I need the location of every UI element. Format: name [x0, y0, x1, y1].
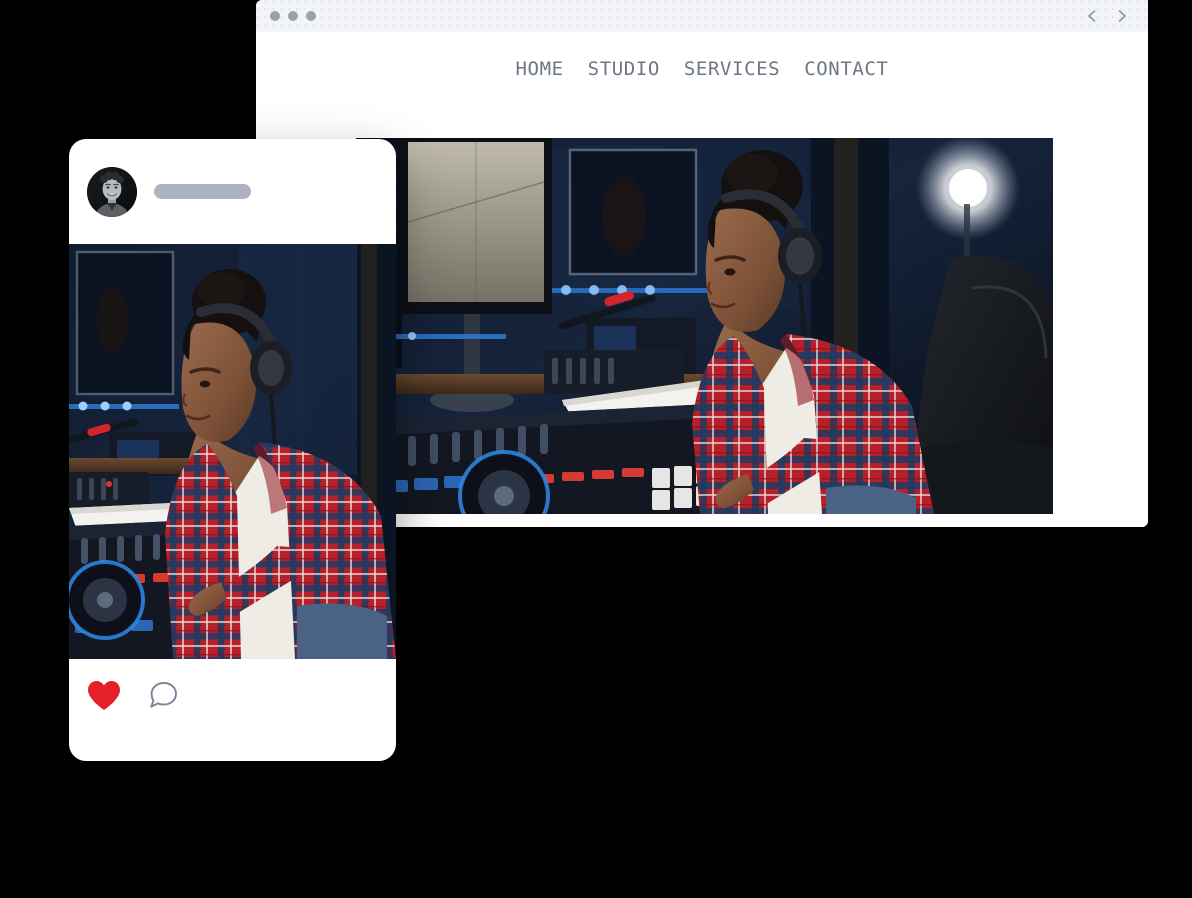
maximize-dot-icon[interactable] [306, 11, 316, 21]
studio-photo-mobile [69, 244, 396, 659]
post-actions [69, 659, 396, 761]
mobile-post-card [69, 139, 396, 761]
site-navigation: HOME STUDIO SERVICES CONTACT [256, 32, 1148, 105]
studio-photo-desktop [356, 138, 1053, 514]
scene-root: HOME STUDIO SERVICES CONTACT [0, 0, 1192, 898]
post-image [69, 244, 396, 659]
comment-icon[interactable] [147, 680, 178, 716]
chevron-left-icon[interactable] [1084, 8, 1100, 24]
close-dot-icon[interactable] [270, 11, 280, 21]
like-icon[interactable] [87, 680, 121, 716]
nav-item-contact[interactable]: CONTACT [804, 58, 888, 80]
browser-titlebar [256, 0, 1148, 32]
chevron-right-icon[interactable] [1114, 8, 1130, 24]
nav-item-studio[interactable]: STUDIO [588, 58, 660, 80]
hero-image [356, 138, 1053, 514]
post-header [69, 139, 396, 244]
minimize-dot-icon[interactable] [288, 11, 298, 21]
nav-item-services[interactable]: SERVICES [684, 58, 780, 80]
avatar[interactable] [87, 166, 137, 217]
nav-item-home[interactable]: HOME [516, 58, 564, 80]
browser-nav-buttons [1084, 0, 1130, 32]
username-placeholder [154, 184, 251, 199]
window-controls[interactable] [270, 11, 316, 21]
